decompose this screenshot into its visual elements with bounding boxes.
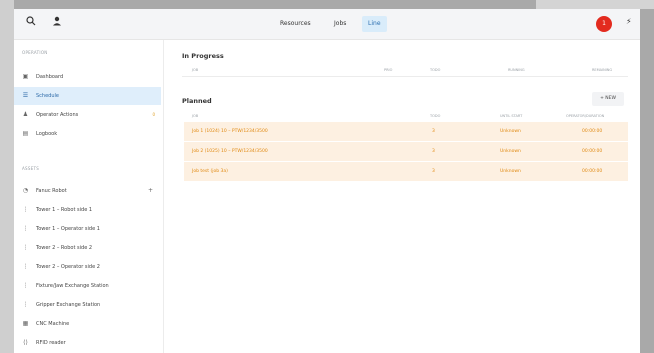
sidebar-item-label: Operator Actions (36, 112, 79, 118)
job-until-start: Unknown (500, 149, 521, 154)
plus-icon[interactable]: + (148, 182, 153, 200)
new-job-button[interactable]: + NEW (592, 92, 624, 106)
job-name: Job 2 (1025) 10 – PTW/1234/3500 (192, 149, 268, 154)
job-until-start: Unknown (500, 129, 521, 134)
gripper-icon: ⋮ (22, 301, 29, 308)
column-header: Prio (384, 68, 393, 72)
sidebar-item-rfid-reader[interactable]: ⟨⟩ RFID reader (14, 334, 161, 352)
tower-icon: ⋮ (22, 225, 29, 232)
sidebar-item-label: Schedule (36, 93, 59, 99)
sidebar-section-operation: Operation (22, 50, 48, 55)
column-header: Running (508, 68, 525, 72)
dashboard-icon: ▣ (22, 73, 29, 80)
job-duration: 00:00:00 (582, 129, 603, 134)
search-icon[interactable] (24, 16, 38, 30)
job-name: Job 1 (1024) 10 – PTW/1234/3500 (192, 129, 268, 134)
sidebar-item-cnc-machine[interactable]: ▦ CNC Machine (14, 315, 161, 333)
sidebar-item-label: Tower 1 – Operator side 1 (36, 226, 100, 232)
table-row[interactable]: Job 2 (1025) 10 – PTW/1234/3500 3 Unknow… (184, 142, 628, 161)
sidebar-item-label: Tower 2 – Operator side 2 (36, 264, 100, 270)
job-todo: 3 (432, 149, 435, 154)
sidebar-item-tower1-operator[interactable]: ⋮ Tower 1 – Operator side 1 (14, 220, 161, 238)
station-icon: ⋮ (22, 282, 29, 289)
column-header: Todo (430, 114, 441, 118)
job-duration: 00:00:00 (582, 149, 603, 154)
sidebar-item-fanuc-robot[interactable]: ◔ Fanuc Robot + (14, 182, 161, 200)
column-header: Until start (500, 114, 523, 118)
user-icon[interactable] (50, 16, 64, 30)
in-progress-title: In Progress (182, 52, 224, 60)
robot-icon: ◔ (22, 187, 29, 194)
schedule-icon: ☰ (22, 92, 29, 99)
column-header: Todo (430, 68, 441, 72)
sidebar-item-label: Logbook (36, 131, 58, 137)
sidebar-item-schedule[interactable]: ☰ Schedule (14, 87, 161, 105)
cnc-icon: ▦ (22, 320, 29, 327)
bolt-icon[interactable]: ⚡ (626, 17, 632, 26)
column-header: Job (192, 114, 199, 118)
background-right (536, 0, 654, 9)
operator-actions-badge: 0 (152, 112, 155, 117)
tab-jobs[interactable]: Jobs (328, 16, 352, 32)
tower-icon: ⋮ (22, 263, 29, 270)
job-name: Job test (job 3a) (192, 169, 228, 174)
tab-line[interactable]: Line (362, 16, 387, 32)
sidebar-item-fixture-station[interactable]: ⋮ Fixture/Jaw Exchange Station (14, 277, 161, 295)
main-content: In Progress Job Prio Todo Running Remain… (174, 40, 640, 353)
sidebar-item-label: CNC Machine (36, 321, 70, 327)
column-header: Job (192, 68, 199, 72)
sidebar-item-gripper-station[interactable]: ⋮ Gripper Exchange Station (14, 296, 161, 314)
tower-icon: ⋮ (22, 244, 29, 251)
sidebar-item-tower2-operator[interactable]: ⋮ Tower 2 – Operator side 2 (14, 258, 161, 276)
job-duration: 00:00:00 (582, 169, 603, 174)
sidebar-item-label: Fixture/Jaw Exchange Station (36, 283, 109, 289)
tower-icon: ⋮ (22, 206, 29, 213)
top-bar: Resources Jobs Line 1 ⚡ (14, 9, 640, 40)
table-row[interactable]: Job 1 (1024) 10 – PTW/1234/3500 3 Unknow… (184, 122, 628, 141)
rfid-icon: ⟨⟩ (23, 339, 28, 346)
sidebar: Operation ▣ Dashboard ☰ Schedule ♟ Opera… (14, 40, 164, 353)
sidebar-item-label: Dashboard (36, 74, 64, 80)
column-header: Operator/Duration (566, 114, 605, 118)
sidebar-item-label: Tower 1 – Robot side 1 (36, 207, 93, 213)
table-row[interactable]: Job test (job 3a) 3 Unknown 00:00:00 (184, 162, 628, 181)
sidebar-item-tower2-robot[interactable]: ⋮ Tower 2 – Robot side 2 (14, 239, 161, 257)
operator-icon: ♟ (22, 111, 29, 118)
background-left (0, 0, 14, 353)
job-until-start: Unknown (500, 169, 521, 174)
sidebar-item-label: Fanuc Robot (36, 188, 67, 194)
sidebar-item-label: Gripper Exchange Station (36, 302, 101, 308)
job-todo: 3 (432, 169, 435, 174)
planned-title: Planned (182, 97, 212, 105)
logbook-icon: ▤ (22, 130, 29, 137)
app-window: Resources Jobs Line 1 ⚡ Operation ▣ Dash… (14, 9, 640, 353)
sidebar-item-dashboard[interactable]: ▣ Dashboard (14, 68, 161, 86)
sidebar-item-operator-actions[interactable]: ♟ Operator Actions 0 (14, 106, 161, 124)
job-todo: 3 (432, 129, 435, 134)
sidebar-item-tower1-robot[interactable]: ⋮ Tower 1 – Robot side 1 (14, 201, 161, 219)
divider (182, 76, 628, 77)
column-header: Remaining (592, 68, 613, 72)
tab-resources[interactable]: Resources (274, 16, 317, 32)
sidebar-item-label: RFID reader (36, 340, 66, 346)
sidebar-item-logbook[interactable]: ▤ Logbook (14, 125, 161, 143)
sidebar-section-assets: Assets (22, 166, 40, 171)
avatar[interactable]: 1 (596, 16, 612, 32)
sidebar-item-label: Tower 2 – Robot side 2 (36, 245, 93, 251)
